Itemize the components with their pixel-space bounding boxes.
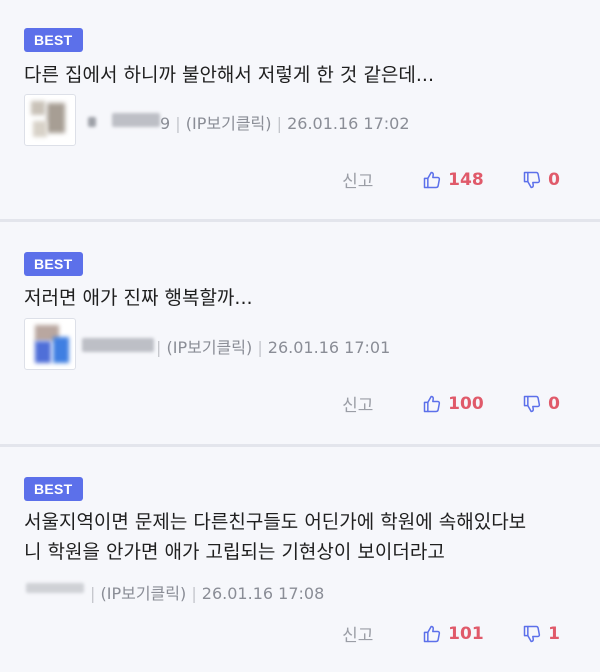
best-badge: BEST (24, 477, 83, 501)
comment-actions: 신고 101 1 (342, 621, 560, 647)
dislike-button[interactable]: 0 (522, 170, 560, 190)
author-meta: 9 | (IP보기클릭) | 26.01.16 17:02 (160, 110, 410, 134)
meta-separator: | (191, 584, 197, 603)
comment-actions: 신고 148 0 (342, 167, 560, 193)
comment-item: BEST 저러면 애가 진짜 행복할까... | (IP보기클릭) | 26.0… (0, 222, 600, 444)
like-button[interactable]: 101 (422, 624, 522, 644)
author-name-blurred (82, 338, 154, 352)
meta-separator: | (257, 338, 263, 357)
like-count: 100 (448, 393, 484, 414)
thumbs-up-icon (422, 170, 442, 190)
meta-separator: | (156, 338, 162, 357)
comment-text: 다른 집에서 하니까 불안해서 저렇게 한 것 같은데... (24, 60, 584, 90)
dislike-button[interactable]: 0 (522, 394, 560, 414)
comment-text-line: 저러면 애가 진짜 행복할까... (24, 287, 253, 309)
meta-separator: | (175, 114, 181, 133)
dislike-count: 0 (548, 393, 560, 414)
thumbs-down-icon (522, 394, 542, 414)
dislike-count: 0 (548, 169, 560, 190)
dislike-button[interactable]: 1 (522, 624, 560, 644)
dislike-count: 1 (548, 623, 560, 644)
like-button[interactable]: 100 (422, 394, 522, 414)
thumbs-down-icon (522, 624, 542, 644)
comment-text-line: 니 학원을 안가면 애가 고립되는 기현상이 보이더라고 (24, 541, 445, 563)
ip-view-link[interactable]: (IP보기클릭) (186, 114, 272, 133)
comment-text-line: 서울지역이면 문제는 다른친구들도 어딘가에 학원에 속해있다보 (24, 511, 527, 533)
report-button[interactable]: 신고 (342, 167, 422, 192)
like-count: 148 (448, 169, 484, 190)
best-badge: BEST (24, 28, 83, 52)
comment-text: 저러면 애가 진짜 행복할까... (24, 283, 584, 313)
thumbs-down-icon (522, 170, 542, 190)
avatar[interactable] (24, 94, 76, 146)
report-button[interactable]: 신고 (342, 391, 422, 416)
comment-actions: 신고 100 0 (342, 391, 560, 417)
ip-view-link[interactable]: (IP보기클릭) (100, 584, 186, 603)
comment-date: 26.01.16 17:08 (201, 584, 325, 603)
report-button[interactable]: 신고 (342, 621, 422, 646)
thumbs-up-icon (422, 394, 442, 414)
like-button[interactable]: 148 (422, 170, 522, 190)
author-meta: | (IP보기클릭) | 26.01.16 17:08 (90, 580, 324, 604)
best-badge: BEST (24, 252, 83, 276)
comment-text: 서울지역이면 문제는 다른친구들도 어딘가에 학원에 속해있다보 니 학원을 안… (24, 507, 584, 567)
meta-separator: | (276, 114, 282, 133)
comment-date: 26.01.16 17:01 (267, 338, 391, 357)
avatar[interactable] (24, 318, 76, 370)
meta-separator: | (90, 584, 96, 603)
author-name-blurred (112, 113, 160, 127)
ip-view-link[interactable]: (IP보기클릭) (166, 338, 252, 357)
comment-text-line: 다른 집에서 하니까 불안해서 저렇게 한 것 같은데... (24, 64, 434, 86)
like-count: 101 (448, 623, 484, 644)
thumbs-up-icon (422, 624, 442, 644)
author-meta: | (IP보기클릭) | 26.01.16 17:01 (156, 334, 390, 358)
comment-date: 26.01.16 17:02 (287, 114, 410, 133)
author-name[interactable]: 9 (160, 114, 170, 133)
author-name-blurred (88, 117, 96, 127)
comment-item: BEST 다른 집에서 하니까 불안해서 저렇게 한 것 같은데... 9 | … (0, 0, 600, 220)
author-name-blurred (26, 583, 84, 593)
comment-item: BEST 서울지역이면 문제는 다른친구들도 어딘가에 학원에 속해있다보 니 … (0, 447, 600, 672)
